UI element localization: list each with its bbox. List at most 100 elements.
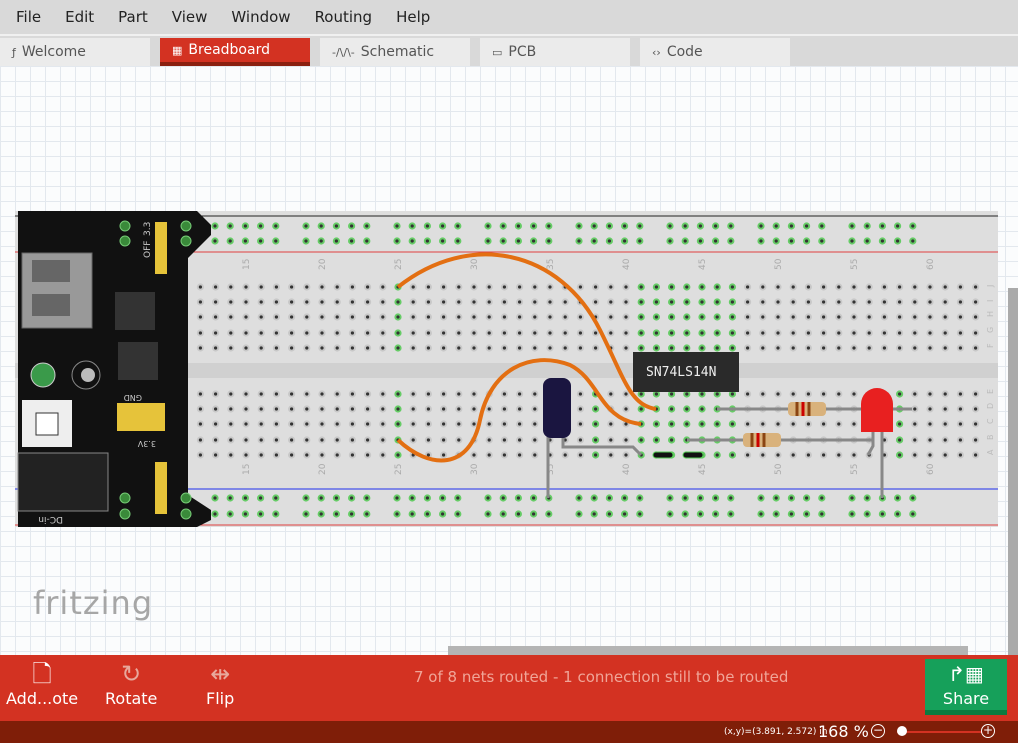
breadboard-hole[interactable] bbox=[409, 420, 417, 428]
breadboard-hole[interactable] bbox=[744, 313, 752, 321]
breadboard-hole[interactable] bbox=[576, 436, 585, 444]
breadboard-hole[interactable] bbox=[850, 344, 858, 352]
breadboard-hole[interactable] bbox=[896, 298, 904, 306]
breadboard-hole[interactable] bbox=[364, 313, 372, 321]
breadboard-hole[interactable] bbox=[972, 390, 980, 398]
breadboard-hole[interactable] bbox=[333, 283, 341, 291]
breadboard-hole[interactable] bbox=[272, 237, 280, 245]
breadboard-hole[interactable] bbox=[759, 313, 767, 321]
breadboard-hole[interactable] bbox=[500, 298, 508, 306]
breadboard-hole[interactable] bbox=[439, 237, 447, 245]
breadboard-hole[interactable] bbox=[424, 344, 432, 352]
breadboard-hole[interactable] bbox=[470, 298, 478, 306]
breadboard-hole[interactable] bbox=[956, 344, 965, 352]
breadboard-hole[interactable] bbox=[668, 283, 676, 291]
breadboard-hole[interactable] bbox=[576, 283, 585, 291]
breadboard-hole[interactable] bbox=[683, 390, 691, 398]
breadboard-hole[interactable] bbox=[318, 420, 326, 428]
breadboard-hole[interactable] bbox=[499, 222, 507, 230]
breadboard-hole[interactable] bbox=[652, 329, 661, 337]
breadboard-hole[interactable] bbox=[516, 436, 524, 444]
breadboard-hole[interactable] bbox=[592, 283, 600, 291]
bottom-voltage-jumper[interactable] bbox=[155, 462, 167, 514]
breadboard-hole[interactable] bbox=[409, 329, 417, 337]
breadboard-hole[interactable] bbox=[196, 436, 204, 444]
breadboard-hole[interactable] bbox=[333, 298, 341, 306]
breadboard-hole[interactable] bbox=[455, 298, 463, 306]
breadboard-hole[interactable] bbox=[227, 344, 235, 352]
breadboard-hole[interactable] bbox=[455, 283, 463, 291]
breadboard-hole[interactable] bbox=[835, 283, 843, 291]
breadboard-hole[interactable] bbox=[561, 344, 569, 352]
breadboard-hole[interactable] bbox=[804, 313, 813, 321]
breadboard-hole[interactable] bbox=[590, 510, 598, 518]
breadboard-hole[interactable] bbox=[364, 420, 372, 428]
breadboard-hole[interactable] bbox=[226, 237, 234, 245]
breadboard-hole[interactable] bbox=[774, 451, 782, 459]
breadboard-hole[interactable] bbox=[424, 329, 432, 337]
breadboard-hole[interactable] bbox=[592, 451, 600, 459]
breadboard-hole[interactable] bbox=[865, 283, 873, 291]
breadboard-hole[interactable] bbox=[956, 420, 965, 428]
breadboard-hole[interactable] bbox=[530, 510, 538, 518]
breadboard-hole[interactable] bbox=[894, 510, 902, 518]
breadboard-hole[interactable] bbox=[941, 344, 949, 352]
breadboard-hole[interactable] bbox=[698, 420, 706, 428]
breadboard-hole[interactable] bbox=[759, 329, 767, 337]
breadboard-hole[interactable] bbox=[941, 390, 949, 398]
breadboard-hole[interactable] bbox=[379, 329, 387, 337]
breadboard-hole[interactable] bbox=[348, 222, 356, 230]
breadboard-hole[interactable] bbox=[241, 494, 249, 502]
breadboard-hole[interactable] bbox=[196, 298, 204, 306]
breadboard-hole[interactable] bbox=[317, 237, 325, 245]
breadboard-hole[interactable] bbox=[440, 298, 448, 306]
breadboard-hole[interactable] bbox=[454, 510, 462, 518]
breadboard-hole[interactable] bbox=[455, 313, 463, 321]
breadboard-hole[interactable] bbox=[516, 405, 524, 413]
breadboard-view[interactable]: 1515202025253030353540404545505055556060… bbox=[0, 66, 1018, 655]
breadboard-hole[interactable] bbox=[546, 344, 554, 352]
breadboard-hole[interactable] bbox=[637, 313, 645, 321]
breadboard-hole[interactable] bbox=[835, 313, 843, 321]
tab-welcome[interactable]: ƒ Welcome bbox=[0, 38, 150, 66]
breadboard-hole[interactable] bbox=[242, 329, 250, 337]
breadboard-hole[interactable] bbox=[774, 420, 782, 428]
breadboard-hole[interactable] bbox=[772, 237, 780, 245]
breadboard-hole[interactable] bbox=[728, 390, 737, 398]
breadboard-hole[interactable] bbox=[681, 237, 689, 245]
breadboard-hole[interactable] bbox=[226, 494, 234, 502]
breadboard-hole[interactable] bbox=[636, 510, 644, 518]
breadboard-hole[interactable] bbox=[439, 222, 447, 230]
breadboard-hole[interactable] bbox=[698, 283, 706, 291]
breadboard-hole[interactable] bbox=[727, 510, 735, 518]
breadboard-hole[interactable] bbox=[835, 329, 843, 337]
breadboard-hole[interactable] bbox=[774, 329, 782, 337]
breadboard-hole[interactable] bbox=[303, 329, 311, 337]
breadboard-hole[interactable] bbox=[440, 313, 448, 321]
breadboard-hole[interactable] bbox=[545, 237, 553, 245]
breadboard-hole[interactable] bbox=[530, 237, 538, 245]
breadboard-hole[interactable] bbox=[242, 436, 250, 444]
breadboard-hole[interactable] bbox=[622, 390, 630, 398]
breadboard-hole[interactable] bbox=[941, 420, 949, 428]
breadboard-hole[interactable] bbox=[818, 222, 826, 230]
breadboard-hole[interactable] bbox=[196, 344, 204, 352]
breadboard-hole[interactable] bbox=[423, 237, 431, 245]
breadboard-hole[interactable] bbox=[440, 344, 448, 352]
breadboard-hole[interactable] bbox=[455, 344, 463, 352]
breadboard-hole[interactable] bbox=[848, 237, 856, 245]
breadboard-hole[interactable] bbox=[744, 451, 752, 459]
breadboard-hole[interactable] bbox=[379, 451, 387, 459]
breadboard-hole[interactable] bbox=[484, 237, 492, 245]
breadboard-hole[interactable] bbox=[485, 436, 493, 444]
breadboard-hole[interactable] bbox=[212, 451, 220, 459]
breadboard-hole[interactable] bbox=[698, 390, 706, 398]
breadboard-hole[interactable] bbox=[546, 329, 554, 337]
breadboard-hole[interactable] bbox=[668, 436, 676, 444]
breadboard-hole[interactable] bbox=[712, 237, 720, 245]
breadboard-hole[interactable] bbox=[423, 510, 431, 518]
breadboard-hole[interactable] bbox=[409, 405, 417, 413]
breadboard-hole[interactable] bbox=[774, 298, 782, 306]
breadboard-hole[interactable] bbox=[500, 313, 508, 321]
breadboard-hole[interactable] bbox=[257, 390, 265, 398]
